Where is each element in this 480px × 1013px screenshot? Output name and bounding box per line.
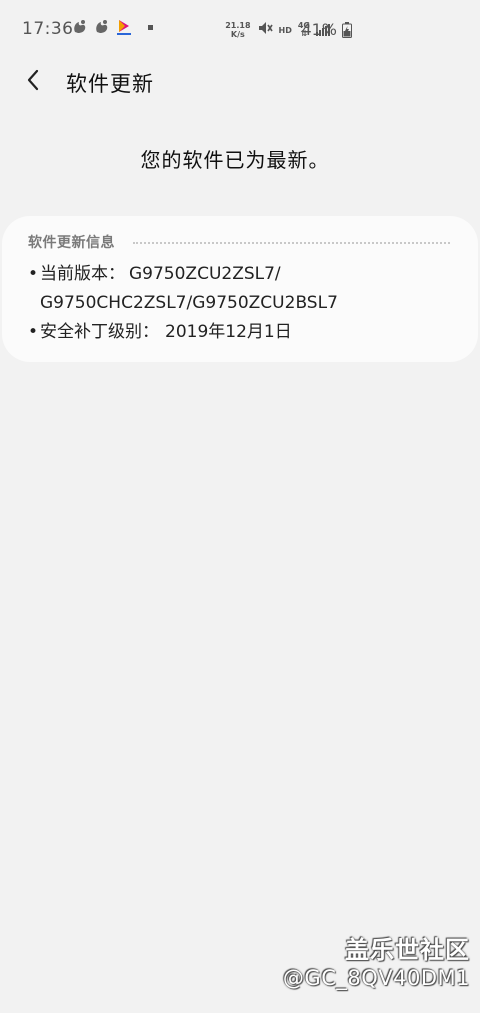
app-notification-icon xyxy=(116,18,132,36)
dotted-divider xyxy=(133,242,450,244)
notification-icons xyxy=(72,18,153,36)
security-patch-value: 2019年12月1日 xyxy=(165,322,292,342)
dot-icon xyxy=(148,24,153,30)
network-speed-value: 21.18 xyxy=(225,21,251,30)
page-title: 软件更新 xyxy=(66,72,154,96)
network-speed: 21.18 K/s xyxy=(225,21,250,39)
update-info-card: 软件更新信息 • 当前版本： G9750ZCU2ZSL7/ G9750CHC2ZS… xyxy=(2,216,478,362)
uc-browser-icon xyxy=(94,18,110,36)
current-version-value-line1: G9750ZCU2ZSL7/ xyxy=(129,264,281,284)
list-item-current-version: • 当前版本： G9750ZCU2ZSL7/ xyxy=(28,260,460,289)
battery-charging-icon xyxy=(342,22,352,42)
current-version-value-line2: G9750CHC2ZSL7/G9750ZCU2BSL7 xyxy=(40,293,338,313)
info-list: • 当前版本： G9750ZCU2ZSL7/ G9750CHC2ZSL7/G975… xyxy=(28,260,460,347)
uc-browser-icon xyxy=(72,18,88,36)
watermark-user: @GC_8QV40DM1 xyxy=(282,966,470,990)
back-button[interactable] xyxy=(18,68,48,96)
battery-percent: 41% xyxy=(301,20,337,39)
update-status-message: 您的软件已为最新。 xyxy=(140,148,330,172)
card-title: 软件更新信息 xyxy=(28,235,115,251)
bullet: • xyxy=(28,264,39,284)
security-patch-label: 安全补丁级别： xyxy=(40,322,159,342)
card-header: 软件更新信息 xyxy=(28,232,450,252)
hd-label: HD xyxy=(278,25,292,35)
status-time: 17:36 xyxy=(22,19,74,39)
list-item-security-patch: • 安全补丁级别： 2019年12月1日 xyxy=(28,318,460,347)
status-bar: 17:36 21.18 K/s HD 4G ⇅ 41% xyxy=(0,0,480,58)
watermark-brand: 盖乐世社区 xyxy=(345,936,470,964)
software-update-screen: 17:36 21.18 K/s HD 4G ⇅ 41% 软件更新 您的软件已为最… xyxy=(0,0,480,1013)
network-speed-unit: K/s xyxy=(230,30,245,39)
bullet: • xyxy=(28,322,39,342)
current-version-label: 当前版本： xyxy=(40,264,125,284)
chevron-left-icon xyxy=(26,69,40,95)
app-header: 软件更新 xyxy=(0,58,480,106)
mute-icon xyxy=(257,20,273,40)
